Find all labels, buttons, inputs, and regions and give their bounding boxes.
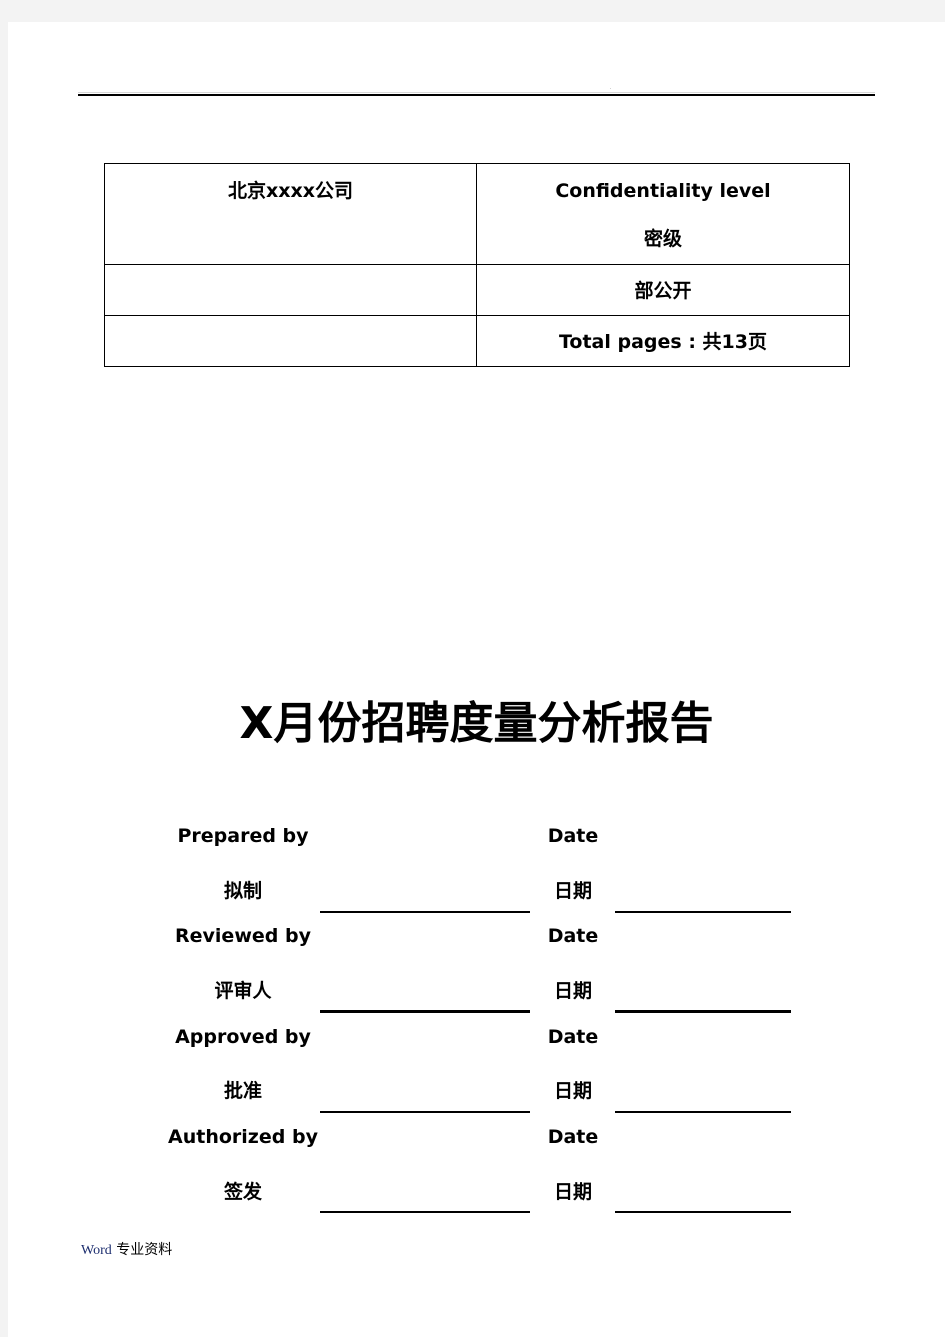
reviewed-by-label-cn: 评审人 [214, 980, 272, 1002]
date-label-cn: 日期 [553, 1080, 592, 1102]
prepared-by-label: Prepared by [177, 825, 309, 847]
reviewed-date-line[interactable] [615, 1010, 791, 1013]
page-footer: Word 专业资料 [81, 1239, 172, 1259]
info-row: 北京xxxx公司 Confidentiality level 密级 [104, 163, 850, 265]
reviewed-by-label: Reviewed by [175, 925, 311, 947]
date-label-cn: 日期 [553, 880, 592, 902]
date-label: Date [547, 925, 599, 947]
header-rule-thin [78, 92, 875, 93]
approved-by-signature-line[interactable] [320, 1111, 530, 1113]
date-label-cn: 日期 [553, 980, 592, 1002]
date-label: Date [547, 1126, 599, 1148]
footer-text: 专业资料 [111, 1242, 173, 1258]
prepared-by-label-cn: 拟制 [223, 880, 262, 902]
confidentiality-value: 部公开 [634, 280, 692, 302]
date-label: Date [547, 1026, 599, 1048]
confidentiality-label-cn: 密级 [643, 228, 682, 250]
reviewed-by-signature-line[interactable] [320, 1010, 530, 1013]
authorized-date-line[interactable] [615, 1211, 791, 1213]
empty-cell [104, 264, 477, 316]
header-mark: · [610, 86, 612, 91]
approved-by-label-cn: 批准 [223, 1080, 262, 1102]
confidentiality-label-en: Confidentiality level [555, 180, 771, 202]
approved-by-label: Approved by [175, 1026, 311, 1048]
approved-date-line[interactable] [615, 1111, 791, 1113]
document-title: X月份招聘度量分析报告 [239, 698, 714, 749]
info-row: Total pages : 共13页 [104, 315, 850, 367]
authorized-by-label: Authorized by [168, 1126, 318, 1148]
company-name: 北京xxxx公司 [227, 180, 354, 202]
company-cell: 北京xxxx公司 [104, 163, 477, 265]
total-pages: Total pages : 共13页 [558, 331, 767, 353]
footer-word: Word [81, 1243, 112, 1258]
date-label-cn: 日期 [553, 1181, 592, 1203]
authorized-by-signature-line[interactable] [320, 1211, 530, 1213]
date-label: Date [547, 825, 599, 847]
prepared-by-signature-line[interactable] [320, 911, 530, 913]
header-rule [78, 94, 875, 96]
info-table: 北京xxxx公司 Confidentiality level 密级 部公开 To… [104, 163, 850, 367]
total-pages-cell: Total pages : 共13页 [476, 315, 850, 367]
confidentiality-value-cell: 部公开 [476, 264, 850, 316]
prepared-date-line[interactable] [615, 911, 791, 913]
document-page: · 北京xxxx公司 Confidentiality level 密级 部公开 … [8, 22, 945, 1337]
empty-cell [104, 315, 477, 367]
info-row: 部公开 [104, 264, 850, 316]
confidentiality-cell: Confidentiality level 密级 [476, 163, 850, 265]
authorized-by-label-cn: 签发 [223, 1181, 262, 1203]
